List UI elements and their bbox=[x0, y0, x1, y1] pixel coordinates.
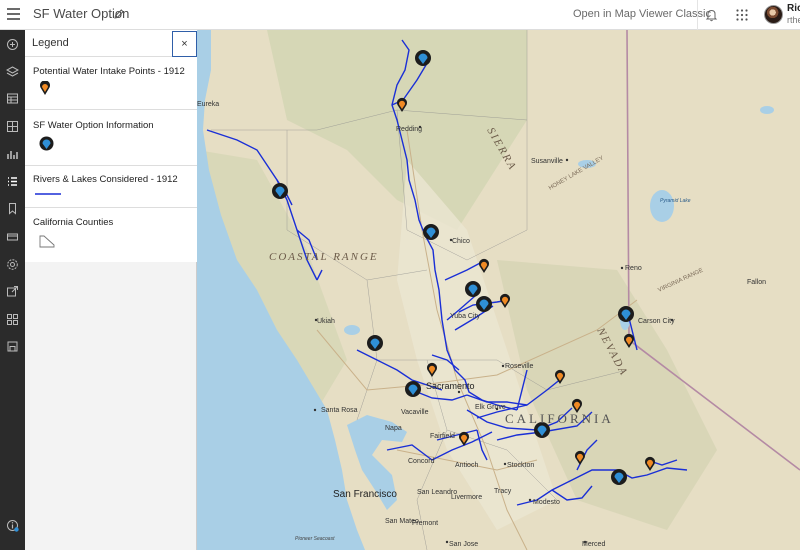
map-canvas[interactable]: COASTAL RANGE CALIFORNIA NEVADA SIERRA E… bbox=[197, 30, 800, 550]
share-icon[interactable] bbox=[6, 285, 19, 298]
orange-pin-icon bbox=[40, 81, 50, 95]
place-label: Tracy bbox=[494, 488, 512, 495]
bookmark-icon[interactable] bbox=[6, 202, 19, 215]
legend-close-button[interactable]: × bbox=[172, 31, 197, 57]
avatar[interactable] bbox=[764, 5, 783, 24]
bell-icon[interactable] bbox=[705, 8, 718, 22]
place-label: Fallon bbox=[747, 279, 766, 286]
place-label: Ukiah bbox=[317, 318, 335, 325]
place-label: Reno bbox=[625, 265, 642, 272]
place-label: Roseville bbox=[505, 363, 534, 370]
legend-section-intake: Potential Water Intake Points - 1912 bbox=[25, 57, 197, 110]
place-label: Redding bbox=[396, 126, 422, 133]
info-pin-marker[interactable] bbox=[465, 281, 481, 297]
apps-icon[interactable] bbox=[6, 313, 19, 326]
table-icon[interactable] bbox=[6, 92, 19, 105]
save-icon[interactable] bbox=[6, 340, 19, 353]
info-pin-marker[interactable] bbox=[367, 335, 383, 351]
legend-section-title: California Counties bbox=[33, 217, 114, 228]
place-label: Carson City bbox=[638, 318, 675, 325]
place-label: Elk Grove bbox=[475, 404, 506, 411]
place-label: Livermore bbox=[451, 494, 482, 501]
pencil-icon[interactable] bbox=[113, 8, 125, 20]
info-pin-marker[interactable] bbox=[476, 296, 492, 312]
place-label: Yuba City bbox=[450, 313, 480, 320]
legend-section-title: SF Water Option Information bbox=[33, 120, 154, 131]
place-label: Vacaville bbox=[401, 409, 429, 416]
northern-lake bbox=[760, 106, 774, 114]
river-line-symbol bbox=[35, 193, 61, 195]
region-label: CALIFORNIA bbox=[505, 411, 614, 426]
info-pin-marker[interactable] bbox=[405, 381, 421, 397]
legend-icon[interactable] bbox=[6, 175, 19, 188]
chart-icon[interactable] bbox=[6, 148, 19, 161]
place-label: Stockton bbox=[507, 462, 534, 469]
place-label: San Jose bbox=[449, 541, 478, 548]
info-pin-marker[interactable] bbox=[618, 306, 634, 322]
legend-content: Potential Water Intake Points - 1912 SF … bbox=[25, 57, 197, 262]
settings-icon[interactable] bbox=[6, 258, 19, 271]
map-view[interactable]: COASTAL RANGE CALIFORNIA NEVADA SIERRA E… bbox=[197, 30, 800, 550]
topbar-divider bbox=[697, 0, 698, 30]
info-pin-marker[interactable] bbox=[272, 183, 288, 199]
legend-section-title: Rivers & Lakes Considered - 1912 bbox=[33, 174, 178, 185]
legend-section-title: Potential Water Intake Points - 1912 bbox=[33, 66, 185, 77]
legend-section-rivers: Rivers & Lakes Considered - 1912 bbox=[25, 166, 197, 208]
place-label: Susanville bbox=[531, 158, 563, 165]
region-label: COASTAL RANGE bbox=[269, 251, 379, 263]
legend-header: Legend × bbox=[25, 30, 197, 57]
print-icon[interactable] bbox=[6, 230, 19, 243]
info-pin-marker[interactable] bbox=[415, 50, 431, 66]
place-label: Eureka bbox=[197, 101, 219, 108]
info-icon[interactable] bbox=[6, 519, 19, 532]
open-classic-link[interactable]: Open in Map Viewer Classic bbox=[573, 8, 711, 20]
place-label: Santa Rosa bbox=[321, 407, 358, 414]
legend-section-counties: California Counties bbox=[25, 208, 197, 262]
polygon-outline-icon bbox=[39, 235, 55, 248]
legend-panel: Legend × Potential Water Intake Points -… bbox=[25, 30, 197, 550]
apps-grid-icon[interactable] bbox=[736, 9, 748, 21]
user-name[interactable]: Ric bbox=[787, 3, 800, 14]
place-label: Napa bbox=[385, 425, 402, 432]
place-label: Sacramento bbox=[426, 381, 475, 391]
map-credit: Pioneer Seacoast bbox=[295, 536, 335, 542]
place-label: Pyramid Lake bbox=[660, 198, 691, 204]
pyramid-lake bbox=[650, 190, 674, 222]
info-pin-marker[interactable] bbox=[611, 469, 627, 485]
add-icon[interactable] bbox=[6, 38, 19, 51]
user-id[interactable]: rthe bbox=[787, 15, 800, 25]
place-label: Modesto bbox=[533, 499, 560, 506]
tool-sidebar bbox=[0, 30, 25, 550]
menu-icon[interactable] bbox=[7, 8, 20, 20]
place-label: Chico bbox=[452, 238, 470, 245]
basemap-icon[interactable] bbox=[6, 120, 19, 133]
place-label: Fairfield bbox=[430, 433, 455, 440]
place-label: Fremont bbox=[412, 520, 438, 527]
legend-title: Legend bbox=[32, 37, 69, 49]
top-bar: SF Water Option Open in Map Viewer Class… bbox=[0, 0, 800, 30]
place-label: Concord bbox=[408, 458, 435, 465]
layers-icon[interactable] bbox=[6, 65, 19, 78]
info-pin-marker[interactable] bbox=[423, 224, 439, 240]
place-label: San Francisco bbox=[333, 489, 397, 500]
blue-pin-icon bbox=[39, 136, 54, 151]
place-label: Antioch bbox=[455, 462, 478, 469]
legend-section-info: SF Water Option Information bbox=[25, 110, 197, 166]
clear-lake bbox=[344, 325, 360, 335]
